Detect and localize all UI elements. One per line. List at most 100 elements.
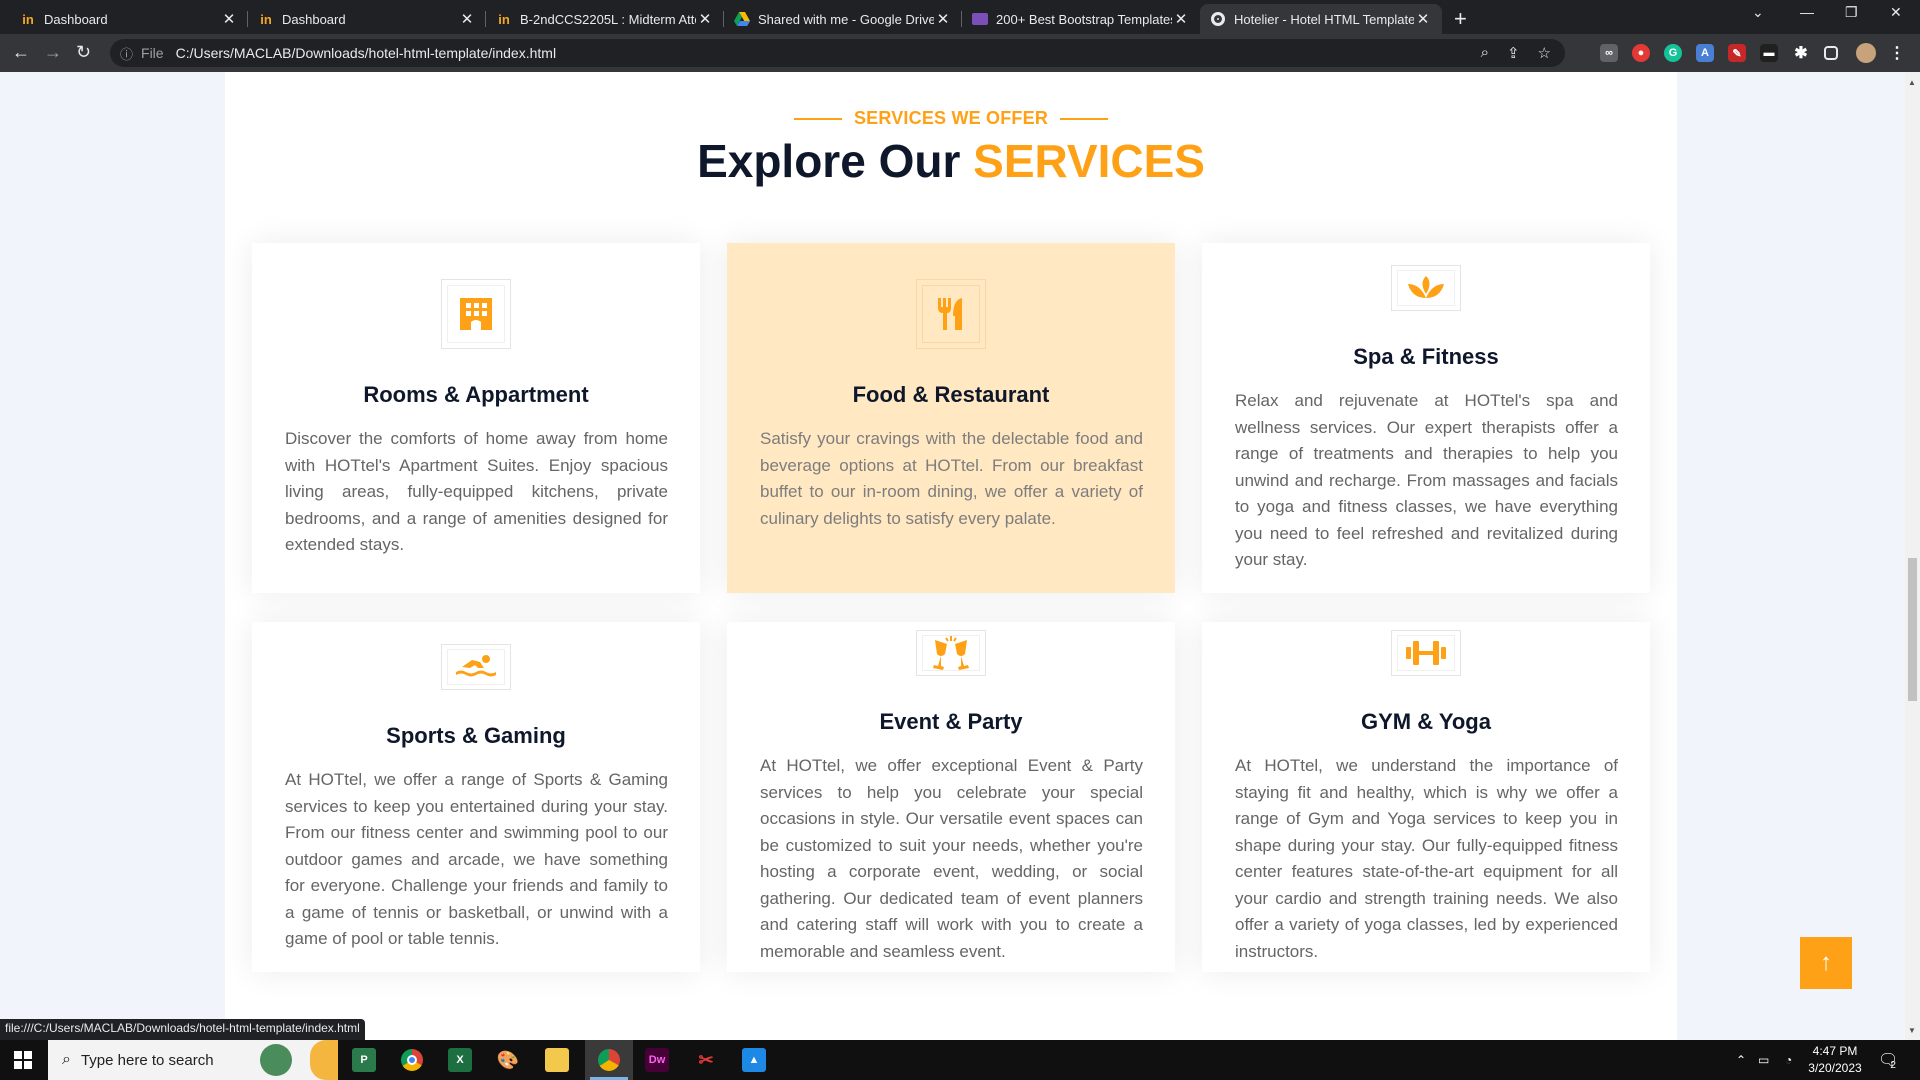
extension-icon[interactable]: ✎	[1728, 44, 1746, 62]
close-window-icon[interactable]: ✕	[1890, 4, 1902, 21]
browser-tab[interactable]: in B-2ndCCS2205L : Midterm Atten ✕	[486, 4, 724, 34]
address-bar[interactable]: ⓘ File C:/Users/MACLAB/Downloads/hotel-h…	[110, 39, 1565, 67]
close-tab-icon[interactable]: ✕	[696, 10, 714, 28]
service-description: At HOTtel, we offer exceptional Event & …	[760, 756, 1143, 961]
back-to-top-button[interactable]: ↑	[1800, 937, 1852, 989]
utensils-icon	[922, 285, 980, 343]
profile-avatar[interactable]	[1856, 43, 1876, 63]
file-explorer-icon[interactable]	[545, 1048, 569, 1072]
dumbbell-icon	[1397, 635, 1455, 671]
taskbar-search-box[interactable]: ⌕ Type here to search	[48, 1040, 338, 1080]
page-scrollbar[interactable]: ▲ ▼	[1905, 72, 1920, 1040]
close-tab-icon[interactable]: ✕	[458, 10, 476, 28]
extension-icon[interactable]: A	[1696, 44, 1714, 62]
spa-icon	[1397, 270, 1455, 306]
paint-icon[interactable]: 🎨	[496, 1048, 520, 1072]
bookmark-star-icon[interactable]: ☆	[1538, 44, 1551, 62]
heading-main-text: Explore Our	[697, 135, 961, 187]
page-viewport: SERVICES WE OFFER Explore Our SERVICES R…	[0, 72, 1905, 1040]
zoom-icon[interactable]: ⌕	[1481, 44, 1489, 62]
extension-icon[interactable]: ▬	[1760, 44, 1778, 62]
search-highlight-icon	[310, 1040, 338, 1080]
taskbar-clock[interactable]: 4:47 PM 3/20/2023	[1800, 1043, 1870, 1077]
clock-time: 4:47 PM	[1812, 1044, 1858, 1058]
snipping-tool-icon[interactable]: ✂	[694, 1048, 718, 1072]
share-icon[interactable]: ⇪	[1507, 44, 1520, 62]
extension-icon[interactable]: ●	[1632, 44, 1650, 62]
close-tab-icon[interactable]: ✕	[934, 10, 952, 28]
scrollbar-thumb[interactable]	[1908, 558, 1917, 701]
clock-date: 3/20/2023	[1808, 1061, 1862, 1075]
heading-accent-text: SERVICES	[973, 135, 1205, 187]
publisher-icon[interactable]: P	[352, 1048, 376, 1072]
url-text[interactable]: C:/Users/MACLAB/Downloads/hotel-html-tem…	[176, 45, 556, 61]
info-icon[interactable]: ⓘ	[120, 44, 133, 63]
network-icon[interactable]: ▭	[1758, 1040, 1769, 1080]
tab-title: Hotelier - Hotel HTML Template	[1234, 11, 1414, 27]
puzzle-extensions-icon[interactable]: ✱	[1792, 44, 1810, 62]
grammarly-icon[interactable]: G	[1664, 44, 1682, 62]
subtitle-line-right	[1060, 117, 1109, 120]
close-tab-icon[interactable]: ✕	[1414, 10, 1432, 28]
browser-tab-active[interactable]: Hotelier - Hotel HTML Template ✕	[1200, 4, 1442, 34]
service-description: Relax and rejuvenate at HOTtel's spa and…	[1235, 391, 1618, 569]
scheme-label: File	[141, 45, 164, 61]
service-icon-box	[441, 279, 511, 349]
excel-icon[interactable]: X	[448, 1048, 472, 1072]
tab-search-chevron-icon[interactable]: ⌄	[1752, 4, 1764, 21]
dreamweaver-icon[interactable]: Dw	[645, 1048, 669, 1072]
service-description: At HOTtel, we offer a range of Sports & …	[285, 770, 668, 948]
service-title: Rooms & Appartment	[363, 382, 589, 407]
tab-title: Dashboard	[282, 11, 346, 27]
service-card-event[interactable]: Event & Party At HOTtel, we offer except…	[727, 622, 1175, 972]
back-arrow-icon[interactable]: ←	[12, 42, 30, 63]
close-tab-icon[interactable]: ✕	[1172, 10, 1190, 28]
browser-tab[interactable]: Shared with me - Google Drive ✕	[724, 4, 962, 34]
in-favicon-icon: in	[498, 11, 510, 27]
browser-tab[interactable]: in Dashboard ✕	[248, 4, 486, 34]
chrome-profile-taskbar-icon[interactable]	[597, 1048, 621, 1072]
subtitle-text: SERVICES WE OFFER	[853, 108, 1049, 128]
browser-toolbar: ← → ↻ ⓘ File C:/Users/MACLAB/Downloads/h…	[0, 34, 1920, 72]
service-title: Event & Party	[879, 709, 1023, 734]
chrome-taskbar-icon[interactable]	[400, 1048, 424, 1072]
service-card-sports[interactable]: Sports & Gaming At HOTtel, we offer a ra…	[252, 622, 700, 972]
scroll-up-arrow-icon[interactable]: ▲	[1908, 78, 1916, 87]
new-tab-button[interactable]: +	[1454, 6, 1467, 32]
wifi-icon[interactable]: ◔	[1785, 1040, 1792, 1080]
browser-tab[interactable]: 200+ Best Bootstrap Templates 2 ✕	[962, 4, 1200, 34]
scroll-down-arrow-icon[interactable]: ▼	[1908, 1026, 1916, 1035]
service-card-rooms[interactable]: Rooms & Appartment Discover the comforts…	[252, 243, 700, 593]
services-section: SERVICES WE OFFER Explore Our SERVICES R…	[225, 72, 1677, 1040]
minimize-icon[interactable]: —	[1800, 4, 1814, 20]
service-card-food[interactable]: Food & Restaurant Satisfy your cravings …	[727, 243, 1175, 593]
service-icon-box	[1391, 630, 1461, 676]
tray-chevron-icon[interactable]: ⌃	[1736, 1040, 1746, 1080]
chrome-icon	[1210, 11, 1226, 27]
windows-start-button[interactable]	[0, 1040, 46, 1080]
tab-title: 200+ Best Bootstrap Templates 2	[996, 11, 1172, 27]
notification-center-icon[interactable]: 🗨 2	[1878, 1040, 1898, 1080]
windows-logo-icon	[14, 1051, 32, 1069]
search-highlight-icon	[260, 1044, 292, 1076]
more-menu-icon[interactable]: ⋮	[1888, 44, 1906, 62]
forward-arrow-icon[interactable]: →	[44, 42, 62, 63]
service-icon-box	[916, 630, 986, 676]
section-heading: Explore Our SERVICES	[225, 134, 1677, 188]
subtitle-line-left	[793, 117, 842, 120]
extension-icon[interactable]: ∞	[1600, 44, 1618, 62]
side-panel-icon[interactable]	[1824, 46, 1838, 60]
service-icon-box	[441, 644, 511, 690]
in-favicon-icon: in	[260, 11, 272, 27]
section-subtitle: SERVICES WE OFFER	[225, 108, 1677, 129]
close-tab-icon[interactable]: ✕	[220, 10, 238, 28]
browser-tab[interactable]: in Dashboard ✕	[10, 4, 248, 34]
restore-icon[interactable]: ❐	[1845, 4, 1858, 21]
arrow-up-icon: ↑	[1820, 949, 1832, 976]
reload-icon[interactable]: ↻	[76, 42, 91, 63]
service-card-gym[interactable]: GYM & Yoga At HOTtel, we understand the …	[1202, 622, 1650, 972]
notification-count: 2	[1890, 1059, 1896, 1071]
tab-title: Dashboard	[44, 11, 108, 27]
photos-icon[interactable]: ▲	[742, 1048, 766, 1072]
service-card-spa[interactable]: Spa & Fitness Relax and rejuvenate at HO…	[1202, 243, 1650, 593]
